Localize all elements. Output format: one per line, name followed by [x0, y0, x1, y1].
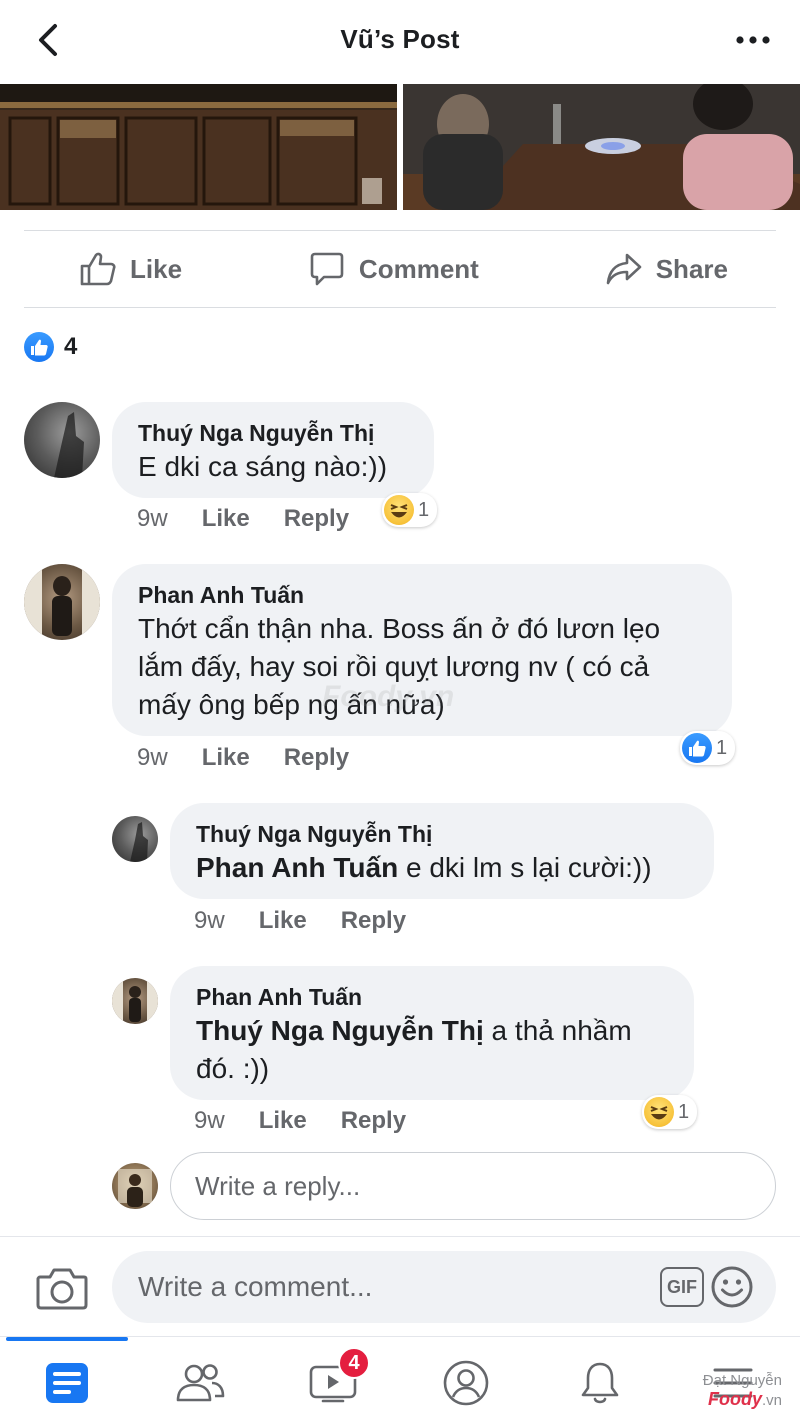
- news-feed-icon[interactable]: [37, 1355, 97, 1411]
- comment-like-button[interactable]: Like: [202, 505, 250, 533]
- comment-button[interactable]: Comment: [309, 251, 479, 287]
- comment-reaction[interactable]: 1: [642, 1095, 698, 1129]
- avatar: [112, 1163, 158, 1209]
- comment-meta: 9w Like Reply: [194, 1107, 406, 1135]
- mention-link[interactable]: Thuý Nga Nguyễn Thị: [196, 1015, 484, 1046]
- watermark-name: Đạt Nguyễn: [702, 1372, 782, 1389]
- watermark-brand: Foody: [707, 1389, 762, 1409]
- comment-composer: Write a comment... GIF: [0, 1236, 800, 1336]
- post-action-bar: Like Comment Share: [24, 230, 776, 308]
- page-title: Vũ’s Post: [340, 24, 460, 54]
- comment-reply-button[interactable]: Reply: [341, 907, 406, 935]
- comment-icon: [310, 252, 344, 286]
- comment-author[interactable]: Thuý Nga Nguyễn Thị: [196, 819, 688, 849]
- comment-label: Comment: [358, 253, 479, 284]
- timestamp: 9w: [194, 1107, 225, 1134]
- comment-author[interactable]: Phan Anh Tuấn: [196, 982, 668, 1012]
- profile-icon[interactable]: [436, 1355, 496, 1411]
- comment-like-button[interactable]: Like: [259, 907, 307, 935]
- share-label: Share: [655, 253, 728, 284]
- comment-author[interactable]: Phan Anh Tuấn: [138, 580, 706, 610]
- comment-reaction[interactable]: 1: [382, 493, 438, 527]
- bell-icon[interactable]: [570, 1355, 630, 1411]
- avatar[interactable]: [24, 402, 100, 478]
- gif-icon[interactable]: GIF: [660, 1267, 704, 1307]
- notification-badge: 4: [338, 1347, 370, 1379]
- reply-bubble: Phan Anh Tuấn Thuý Nga Nguyễn Thị a thả …: [170, 966, 694, 1100]
- more-icon[interactable]: [728, 22, 778, 58]
- comment-reply-button[interactable]: Reply: [284, 505, 349, 533]
- emoji-icon[interactable]: [710, 1265, 754, 1309]
- reply-bubble: Thuý Nga Nguyễn Thị Phan Anh Tuấn e dki …: [170, 803, 714, 899]
- reaction-count: 4: [64, 333, 78, 360]
- comment-reply-button[interactable]: Reply: [284, 744, 349, 772]
- haha-icon: [384, 495, 414, 525]
- reaction-count: 1: [418, 498, 430, 521]
- like-reaction-icon: [24, 332, 54, 362]
- like-reaction-icon: [682, 733, 712, 763]
- post-photo[interactable]: [0, 84, 397, 210]
- like-icon: [80, 252, 116, 286]
- watermark-domain: .vn: [761, 1392, 782, 1409]
- comment-meta: 9w Like Reply: [194, 907, 406, 935]
- haha-icon: [644, 1097, 674, 1127]
- comment-like-button[interactable]: Like: [202, 744, 250, 772]
- comment-bubble: Thuý Nga Nguyễn Thị E dki ca sáng nào:)): [112, 402, 434, 498]
- timestamp: 9w: [137, 744, 168, 771]
- comment-meta: 9w Like Reply: [137, 505, 349, 533]
- reaction-count: 1: [678, 1100, 690, 1123]
- reply-input[interactable]: Write a reply...: [170, 1152, 776, 1220]
- comment-meta: 9w Like Reply: [137, 744, 349, 772]
- avatar[interactable]: [112, 978, 158, 1024]
- top-bar: Vũ’s Post: [0, 0, 800, 84]
- comment-reply-button[interactable]: Reply: [341, 1107, 406, 1135]
- comment-like-button[interactable]: Like: [259, 1107, 307, 1135]
- bottom-nav: 4: [0, 1336, 800, 1422]
- comment-author[interactable]: Thuý Nga Nguyễn Thị: [138, 418, 408, 448]
- comment-reaction[interactable]: 1: [680, 731, 736, 765]
- share-icon: [606, 253, 642, 285]
- comment-text: Phan Anh Tuấn e dki lm s lại cười:)): [196, 852, 652, 883]
- avatar[interactable]: [24, 564, 100, 640]
- timestamp: 9w: [194, 907, 225, 934]
- comment-text: Thuý Nga Nguyễn Thị a thả nhầm đó. :)): [196, 1015, 632, 1084]
- reaction-summary[interactable]: 4: [24, 332, 77, 362]
- like-label: Like: [130, 253, 183, 284]
- share-button[interactable]: Share: [606, 252, 728, 286]
- post-photos: [0, 84, 800, 210]
- watermark-overlay: Foody.vn: [322, 680, 455, 713]
- watermark: Đạt Nguyễn Foody.vn: [703, 1372, 782, 1410]
- timestamp: 9w: [137, 505, 168, 532]
- post-photo[interactable]: [403, 84, 800, 210]
- mention-link[interactable]: Phan Anh Tuấn: [196, 852, 398, 883]
- comment-text: E dki ca sáng nào:)): [138, 451, 388, 482]
- like-button[interactable]: Like: [80, 252, 182, 286]
- camera-icon[interactable]: [36, 1265, 88, 1311]
- reaction-count: 1: [716, 736, 728, 759]
- friends-icon[interactable]: [170, 1355, 230, 1411]
- active-tab-indicator: [6, 1337, 128, 1341]
- avatar[interactable]: [112, 816, 158, 862]
